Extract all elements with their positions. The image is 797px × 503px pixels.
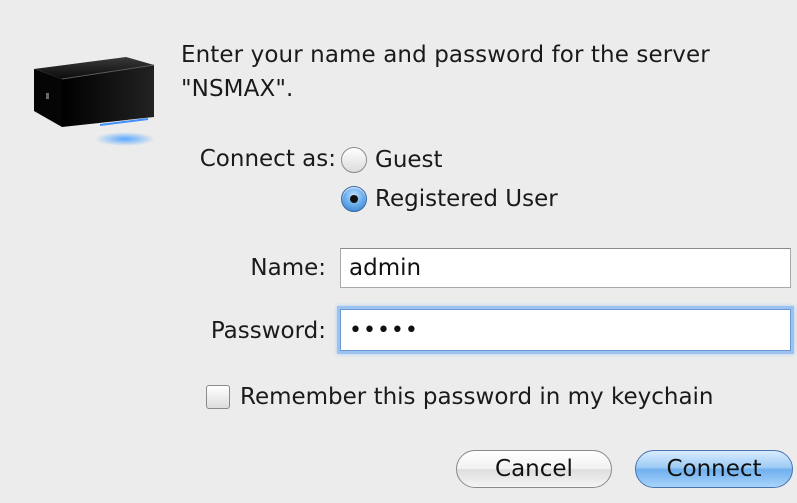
radio-registered-user-label: Registered User (375, 186, 558, 212)
connect-to-server-dialog: Enter your name and password for the ser… (0, 0, 797, 503)
connect-button[interactable]: Connect (635, 450, 793, 488)
name-input[interactable] (340, 248, 791, 288)
password-label: Password: (210, 318, 326, 344)
remember-keychain-checkbox[interactable] (206, 385, 230, 409)
remember-keychain-option[interactable]: Remember this password in my keychain (206, 382, 714, 412)
cancel-button[interactable]: Cancel (456, 450, 612, 488)
external-hard-drive-icon (34, 57, 155, 146)
radio-guest-label: Guest (375, 147, 443, 173)
radio-registered-user[interactable]: Registered User (341, 184, 558, 214)
remember-keychain-label: Remember this password in my keychain (240, 384, 714, 410)
radio-button-registered-user[interactable] (341, 186, 367, 212)
dialog-prompt: Enter your name and password for the ser… (181, 42, 710, 102)
radio-guest[interactable]: Guest (341, 145, 443, 175)
connect-as-label: Connect as: (199, 146, 336, 172)
name-label: Name: (250, 255, 326, 281)
radio-button-guest[interactable] (341, 147, 367, 173)
password-input[interactable] (340, 309, 791, 351)
